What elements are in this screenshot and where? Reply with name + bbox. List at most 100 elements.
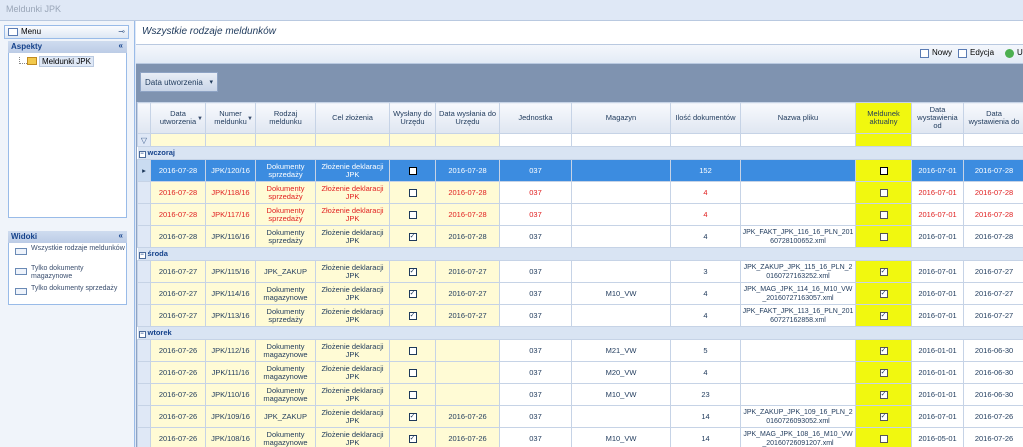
table-row[interactable]: 2016-07-28 JPK/117/16 Dokumenty sprzedaży Z… [137, 203, 1023, 226]
new-button[interactable]: Nowy [920, 48, 952, 58]
table-row[interactable]: 2016-07-27 JPK/113/16 Dokumenty sprzedaży Z… [137, 304, 1023, 327]
column-header[interactable]: Data wystawienia do [963, 102, 1023, 134]
filter-cell[interactable] [389, 133, 436, 147]
cell-sent-date[interactable]: 2016-07-26 [435, 427, 500, 447]
current-checkbox[interactable] [879, 434, 888, 443]
cell-warehouse[interactable] [571, 181, 671, 204]
cell-file[interactable] [740, 339, 856, 362]
cell-kind[interactable]: Dokumenty sprzedaży [255, 304, 316, 327]
cell-warehouse[interactable]: M21_VW [571, 339, 671, 362]
sent-checkbox-cell[interactable]: ✓ [389, 427, 436, 447]
cell-purpose[interactable]: Złożenie deklaracji JPK [315, 181, 390, 204]
cell-count[interactable]: 4 [670, 282, 741, 305]
cell-unit[interactable]: 037 [499, 361, 572, 384]
cell-purpose[interactable]: Złożenie deklaracji JPK [315, 260, 390, 283]
cell-warehouse[interactable] [571, 203, 671, 226]
cell-kind[interactable]: Dokumenty magazynowe [255, 339, 316, 362]
table-row[interactable]: 2016-07-28 JPK/118/16 Dokumenty sprzedaży Z… [137, 181, 1023, 204]
sent-checkbox-cell[interactable]: ✓ [389, 260, 436, 283]
table-row[interactable]: 2016-07-27 JPK/114/16 Dokumenty magazynowe… [137, 282, 1023, 305]
table-row[interactable]: ▸ 2016-07-28 JPK/120/16 Dokumenty sprzedaży… [137, 159, 1023, 182]
cell-date[interactable]: 2016-07-27 [150, 304, 206, 327]
sent-checkbox[interactable]: ✓ [408, 434, 417, 443]
column-header[interactable]: Ilość dokumentów [670, 102, 741, 134]
sent-checkbox[interactable]: ✓ [408, 232, 417, 241]
cell-purpose[interactable]: Złożenie deklaracji JPK [315, 361, 390, 384]
cell-date[interactable]: 2016-07-26 [150, 361, 206, 384]
current-checkbox[interactable]: ✓ [879, 390, 888, 399]
cell-count[interactable]: 23 [670, 383, 741, 406]
cell-to[interactable]: 2016-07-27 [963, 304, 1023, 327]
cell-sent-date[interactable] [435, 383, 500, 406]
cell-to[interactable]: 2016-06-30 [963, 361, 1023, 384]
cell-file[interactable]: JPK_ZAKUP_JPK_115_16_PLN_20160727163252.… [740, 260, 856, 283]
cell-count[interactable]: 4 [670, 225, 741, 248]
cell-from[interactable]: 2016-01-01 [911, 383, 964, 406]
current-checkbox-cell[interactable] [855, 159, 912, 182]
cell-date[interactable]: 2016-07-26 [150, 383, 206, 406]
views-header[interactable]: Widoki « [8, 231, 127, 243]
cell-file[interactable]: JPK_ZAKUP_JPK_109_16_PLN_20160726093052.… [740, 405, 856, 428]
current-checkbox-cell[interactable]: ✓ [855, 260, 912, 283]
group-row[interactable]: − środa [137, 247, 1023, 261]
filter-cell[interactable] [963, 133, 1023, 147]
row-indicator[interactable] [137, 405, 151, 428]
cell-sent-date[interactable]: 2016-07-28 [435, 181, 500, 204]
cell-sent-date[interactable]: 2016-07-27 [435, 282, 500, 305]
sent-checkbox-cell[interactable] [389, 203, 436, 226]
row-indicator[interactable] [137, 304, 151, 327]
cell-count[interactable]: 3 [670, 260, 741, 283]
table-row[interactable]: 2016-07-26 JPK/111/16 Dokumenty magazynowe… [137, 361, 1023, 384]
cell-file[interactable]: JPK_FAKT_JPK_116_16_PLN_20160728100652.x… [740, 225, 856, 248]
group-header[interactable]: − wtorek [137, 326, 1023, 340]
current-checkbox-cell[interactable] [855, 181, 912, 204]
row-indicator[interactable] [137, 361, 151, 384]
collapse-group-icon[interactable]: − [138, 331, 146, 338]
menu-button[interactable]: Menu ⊸ [4, 25, 129, 39]
filter-cell[interactable] [911, 133, 964, 147]
cell-file[interactable]: JPK_FAKT_JPK_113_16_PLN_20160727162858.x… [740, 304, 856, 327]
cell-sent-date[interactable] [435, 361, 500, 384]
cell-from[interactable]: 2016-05-01 [911, 427, 964, 447]
cell-kind[interactable]: Dokumenty magazynowe [255, 282, 316, 305]
cell-from[interactable]: 2016-07-01 [911, 203, 964, 226]
cell-kind[interactable]: Dokumenty magazynowe [255, 361, 316, 384]
cell-purpose[interactable]: Złożenie deklaracji JPK [315, 383, 390, 406]
cell-kind[interactable]: JPK_ZAKUP [255, 260, 316, 283]
row-indicator[interactable] [137, 203, 151, 226]
table-row[interactable]: 2016-07-26 JPK/109/16 JPK_ZAKUP Złożenie de… [137, 405, 1023, 428]
current-checkbox[interactable] [879, 188, 888, 197]
current-checkbox-cell[interactable]: ✓ [855, 383, 912, 406]
cell-number[interactable]: JPK/109/16 [205, 405, 256, 428]
group-row[interactable]: − wczoraj [137, 146, 1023, 160]
cell-sent-date[interactable] [435, 339, 500, 362]
current-checkbox-cell[interactable] [855, 427, 912, 447]
cell-count[interactable]: 152 [670, 159, 741, 182]
sent-checkbox[interactable]: ✓ [408, 311, 417, 320]
cell-unit[interactable]: 037 [499, 181, 572, 204]
cell-count[interactable]: 5 [670, 339, 741, 362]
sent-checkbox-cell[interactable] [389, 383, 436, 406]
cell-number[interactable]: JPK/118/16 [205, 181, 256, 204]
cell-purpose[interactable]: Złożenie deklaracji JPK [315, 405, 390, 428]
cell-file[interactable] [740, 159, 856, 182]
filter-cell[interactable] [315, 133, 390, 147]
filter-cell[interactable] [740, 133, 856, 147]
cell-warehouse[interactable] [571, 159, 671, 182]
cell-unit[interactable]: 037 [499, 159, 572, 182]
cell-count[interactable]: 4 [670, 181, 741, 204]
cell-to[interactable]: 2016-07-28 [963, 203, 1023, 226]
collapse-group-icon[interactable]: − [138, 252, 146, 259]
row-indicator[interactable] [137, 181, 151, 204]
cell-purpose[interactable]: Złożenie deklaracji JPK [315, 304, 390, 327]
cell-kind[interactable]: Dokumenty sprzedaży [255, 159, 316, 182]
cell-number[interactable]: JPK/110/16 [205, 383, 256, 406]
cell-number[interactable]: JPK/112/16 [205, 339, 256, 362]
filter-icon[interactable]: ▽ [137, 133, 151, 147]
column-header[interactable]: Jednostka [499, 102, 572, 134]
tree-item-meldunki[interactable]: Meldunki JPK [19, 56, 94, 67]
cell-file[interactable]: JPK_MAG_JPK_108_16_M10_VW_20160726091207… [740, 427, 856, 447]
table-row[interactable]: 2016-07-28 JPK/116/16 Dokumenty sprzedaży Z… [137, 225, 1023, 248]
sent-checkbox-cell[interactable] [389, 339, 436, 362]
cell-file[interactable] [740, 361, 856, 384]
